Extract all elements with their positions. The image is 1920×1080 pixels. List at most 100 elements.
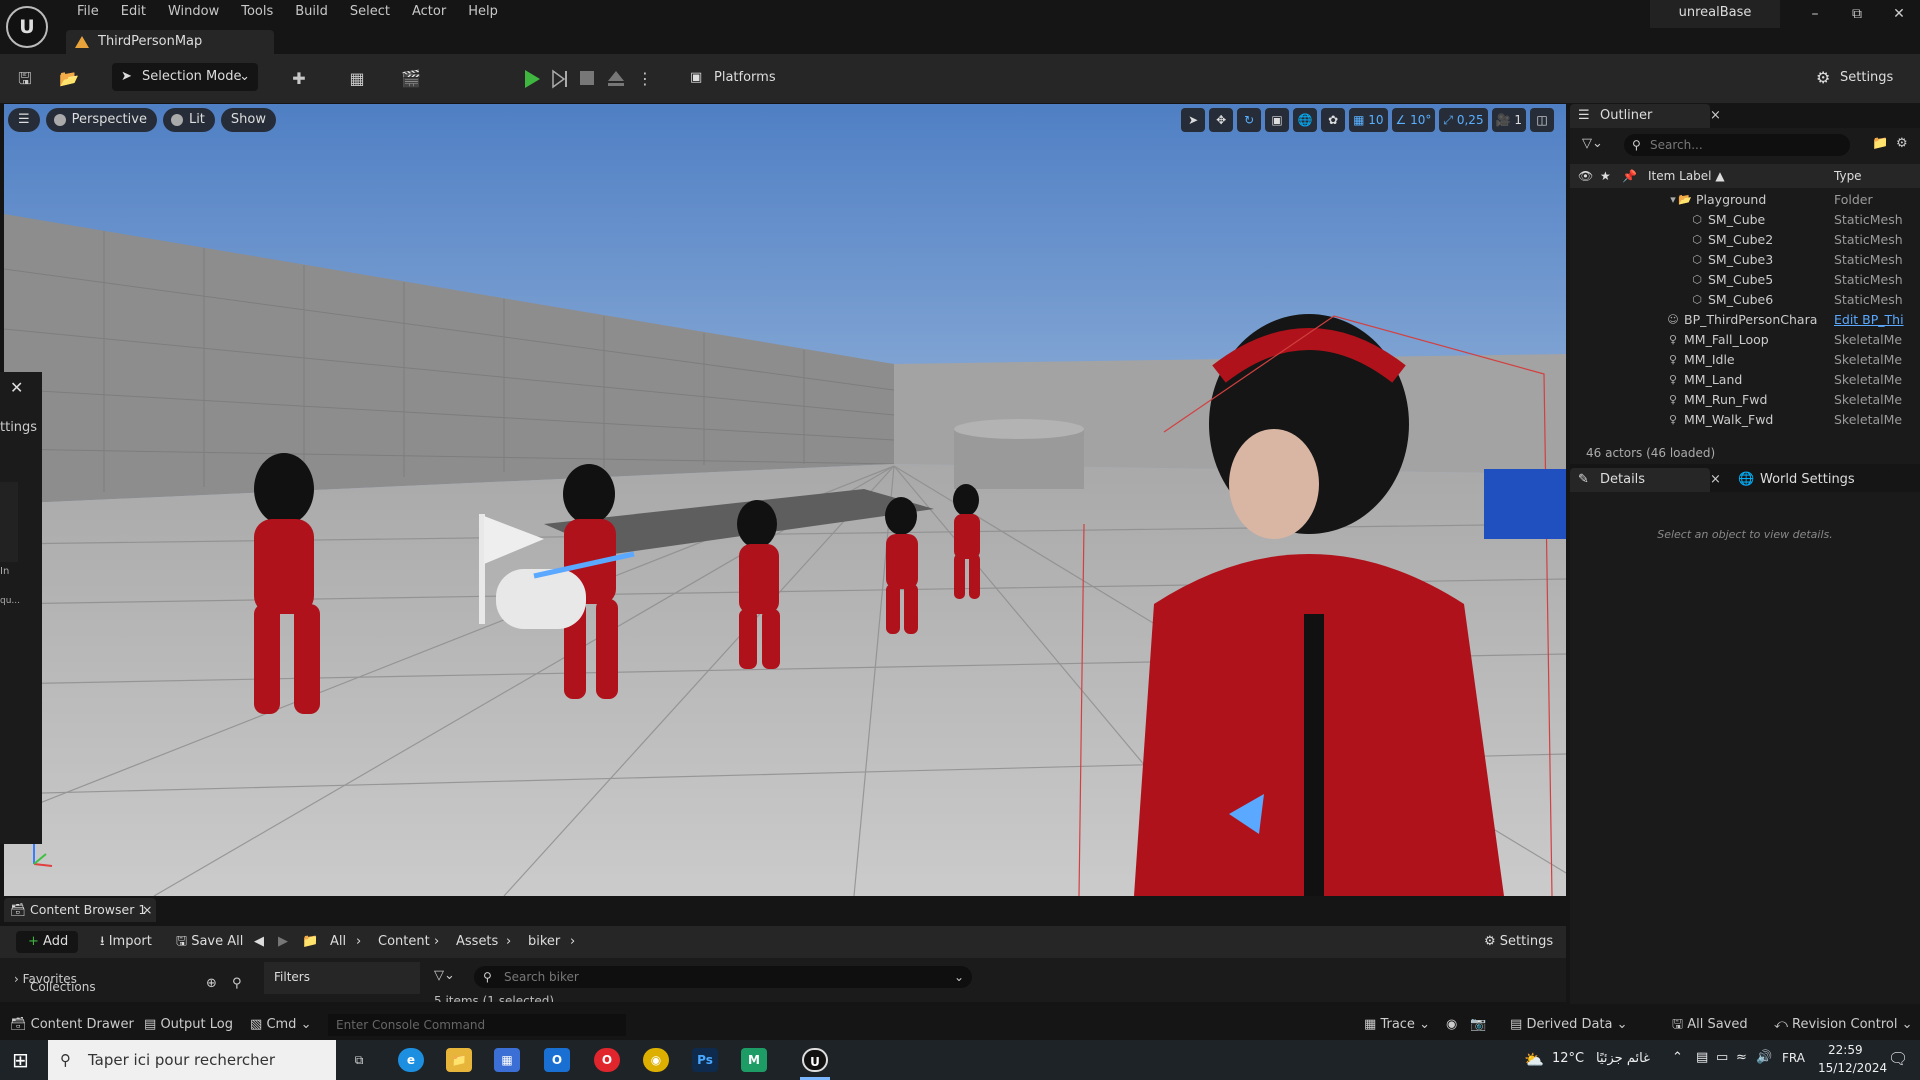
lit-button[interactable]: Lit [162, 108, 215, 132]
breadcrumb-all[interactable]: All [330, 931, 346, 953]
minimize-icon[interactable]: – [1800, 6, 1830, 26]
settings-dropdown[interactable]: ⚙ Settings [1810, 64, 1910, 92]
volume-icon[interactable]: 🔊 [1756, 1050, 1772, 1065]
eject-icon[interactable] [606, 68, 626, 88]
trace-dropdown[interactable]: ▦ Trace ⌄ [1364, 1012, 1430, 1038]
record-icon[interactable]: ◉ [1446, 1012, 1457, 1038]
maximize-viewport-icon[interactable]: ◫ [1530, 108, 1554, 132]
network-icon[interactable]: ▤ [1696, 1050, 1708, 1065]
outliner-row[interactable]: ♀ MM_Land SkeletalMe [1570, 370, 1920, 390]
all-saved-button[interactable]: 🖫 All Saved [1672, 1012, 1748, 1038]
level-viewport[interactable]: ☰ Perspective Lit Show ➤ ✥ ↻ ▣ 🌐 ✿ ▦ 10 … [4, 104, 1566, 896]
opera-icon[interactable]: O [594, 1048, 620, 1072]
store-icon[interactable]: ▦ [494, 1048, 520, 1072]
console-input[interactable]: Enter Console Command [328, 1014, 626, 1036]
breadcrumb-assets[interactable]: Assets [456, 931, 498, 953]
outliner-row[interactable]: ♀ MM_Run_Fwd SkeletalMe [1570, 390, 1920, 410]
back-icon[interactable]: ◀ [254, 931, 264, 953]
windows-start-icon[interactable]: ⊞ [12, 1048, 29, 1072]
camera-speed-button[interactable]: 🎥 1 [1491, 108, 1526, 132]
rotation-snap-button[interactable]: ∠ 10° [1391, 108, 1436, 132]
outliner-row[interactable]: ⬡ SM_Cube5 StaticMesh [1570, 270, 1920, 290]
collection-search-icon[interactable]: ⚲ [232, 976, 242, 991]
stop-icon[interactable] [578, 69, 596, 87]
menu-window[interactable]: Window [157, 2, 230, 22]
scale-tool-icon[interactable]: ▣ [1265, 108, 1290, 132]
edit-blueprint-link[interactable]: Edit BP_Thi [1834, 310, 1918, 330]
notifications-icon[interactable]: 🗨 [1888, 1049, 1908, 1068]
selection-mode-dropdown[interactable]: ➤ Selection Mode ⌄ [112, 63, 258, 91]
tab-third-person-map[interactable]: ThirdPersonMap [66, 30, 274, 54]
unreal-taskbar-icon[interactable]: U [802, 1048, 828, 1072]
output-log-button[interactable]: ▤ Output Log [144, 1012, 233, 1038]
outlook-icon[interactable]: O [544, 1048, 570, 1072]
folder-icon[interactable]: 📁 [302, 931, 318, 953]
menu-file[interactable]: File [66, 2, 110, 22]
scale-snap-button[interactable]: ⤢ 0,25 [1439, 108, 1488, 132]
photoshop-icon[interactable]: Ps [692, 1048, 718, 1072]
surface-snap-icon[interactable]: ✿ [1321, 108, 1346, 132]
restore-icon[interactable]: ⧉ [1842, 6, 1872, 26]
clock-time[interactable]: 22:59 [1828, 1043, 1863, 1057]
menu-actor[interactable]: Actor [401, 2, 457, 22]
blueprint-icon[interactable]: ▦ [346, 68, 368, 90]
clock-date[interactable]: 15/12/2024 [1818, 1061, 1887, 1075]
filters-label[interactable]: Filters [274, 970, 310, 984]
file-explorer-icon[interactable]: 📁 [446, 1048, 472, 1072]
advance-frame-icon[interactable] [550, 68, 570, 90]
outliner-row[interactable]: ⬡ SM_Cube StaticMesh [1570, 210, 1920, 230]
outliner-row[interactable]: ⬡ SM_Cube3 StaticMesh [1570, 250, 1920, 270]
close-tab-icon[interactable]: × [142, 898, 152, 922]
cinematics-icon[interactable]: 🎬 [400, 68, 422, 90]
show-button[interactable]: Show [220, 108, 276, 132]
battery-icon[interactable]: ▭ [1716, 1050, 1728, 1065]
menu-edit[interactable]: Edit [110, 2, 157, 22]
menu-tools[interactable]: Tools [230, 2, 284, 22]
menu-select[interactable]: Select [339, 2, 401, 22]
chevron-up-icon[interactable]: ⌃ [1672, 1050, 1683, 1065]
breadcrumb-content[interactable]: Content [378, 931, 430, 953]
save-icon[interactable]: 🖫 [14, 68, 36, 90]
unreal-logo[interactable]: U [6, 6, 48, 48]
tab-outliner[interactable]: ☰ Outliner × [1570, 104, 1721, 128]
tab-content-browser[interactable]: 🗃 Content Browser 1 × [4, 898, 156, 922]
taskbar-search-input[interactable]: ⚲ Taper ici pour rechercher [48, 1040, 336, 1080]
maps-app-icon[interactable]: M [741, 1048, 767, 1072]
outliner-row[interactable]: ☺ BP_ThirdPersonChara Edit BP_Thi [1570, 310, 1920, 330]
translate-tool-icon[interactable]: ✥ [1209, 108, 1234, 132]
visibility-icon[interactable]: 👁 [1578, 164, 1593, 188]
play-icon[interactable] [522, 68, 542, 90]
select-tool-icon[interactable]: ➤ [1181, 108, 1206, 132]
outliner-row[interactable]: ▾ 📂 Playground Folder [1570, 190, 1920, 210]
save-all-button[interactable]: 🖫 Save All [176, 931, 243, 953]
viewport-menu-button[interactable]: ☰ [8, 108, 40, 132]
add-actor-icon[interactable]: ✚ [288, 68, 310, 90]
tab-details[interactable]: ✎ Details × [1570, 468, 1721, 492]
platforms-dropdown[interactable]: ▣ Platforms [684, 64, 784, 92]
language-indicator[interactable]: FRA [1782, 1051, 1805, 1065]
outliner-search-input[interactable]: ⚲ Search... [1624, 134, 1850, 156]
outliner-row[interactable]: ♀ MM_Walk_Fwd SkeletalMe [1570, 410, 1920, 430]
outliner-settings-icon[interactable]: ⚙ [1896, 136, 1908, 151]
perspective-button[interactable]: Perspective [45, 108, 157, 132]
outliner-row[interactable]: ♀ MM_Fall_Loop SkeletalMe [1570, 330, 1920, 350]
outliner-row[interactable]: ♀ MM_Idle SkeletalMe [1570, 350, 1920, 370]
close-tab-icon[interactable]: × [1710, 468, 1721, 492]
screenshot-icon[interactable]: 📷 [1470, 1012, 1486, 1038]
menu-build[interactable]: Build [284, 2, 339, 22]
add-collection-icon[interactable]: ⊕ [206, 976, 217, 991]
close-icon[interactable]: ✕ [1884, 6, 1914, 26]
tab-world-settings[interactable]: 🌐 World Settings [1730, 468, 1890, 492]
browse-icon[interactable]: 📂 [58, 68, 80, 90]
filter-icon[interactable]: ▽⌄ [434, 968, 455, 983]
outliner-row[interactable]: ⬡ SM_Cube6 StaticMesh [1570, 290, 1920, 310]
pin-icon[interactable]: 📌 [1622, 164, 1637, 188]
content-search-input[interactable]: ⚲ Search biker ⌄ [474, 966, 972, 988]
content-drawer-button[interactable]: 🗃 Content Drawer [10, 1012, 134, 1038]
more-options-icon[interactable]: ⋮ [634, 68, 656, 90]
menu-help[interactable]: Help [457, 2, 509, 22]
task-view-icon[interactable]: ⧉ [346, 1048, 372, 1072]
derived-data-dropdown[interactable]: ▤ Derived Data ⌄ [1510, 1012, 1628, 1038]
star-icon[interactable]: ★ [1600, 164, 1611, 188]
wifi-icon[interactable]: ≈ [1736, 1050, 1747, 1065]
